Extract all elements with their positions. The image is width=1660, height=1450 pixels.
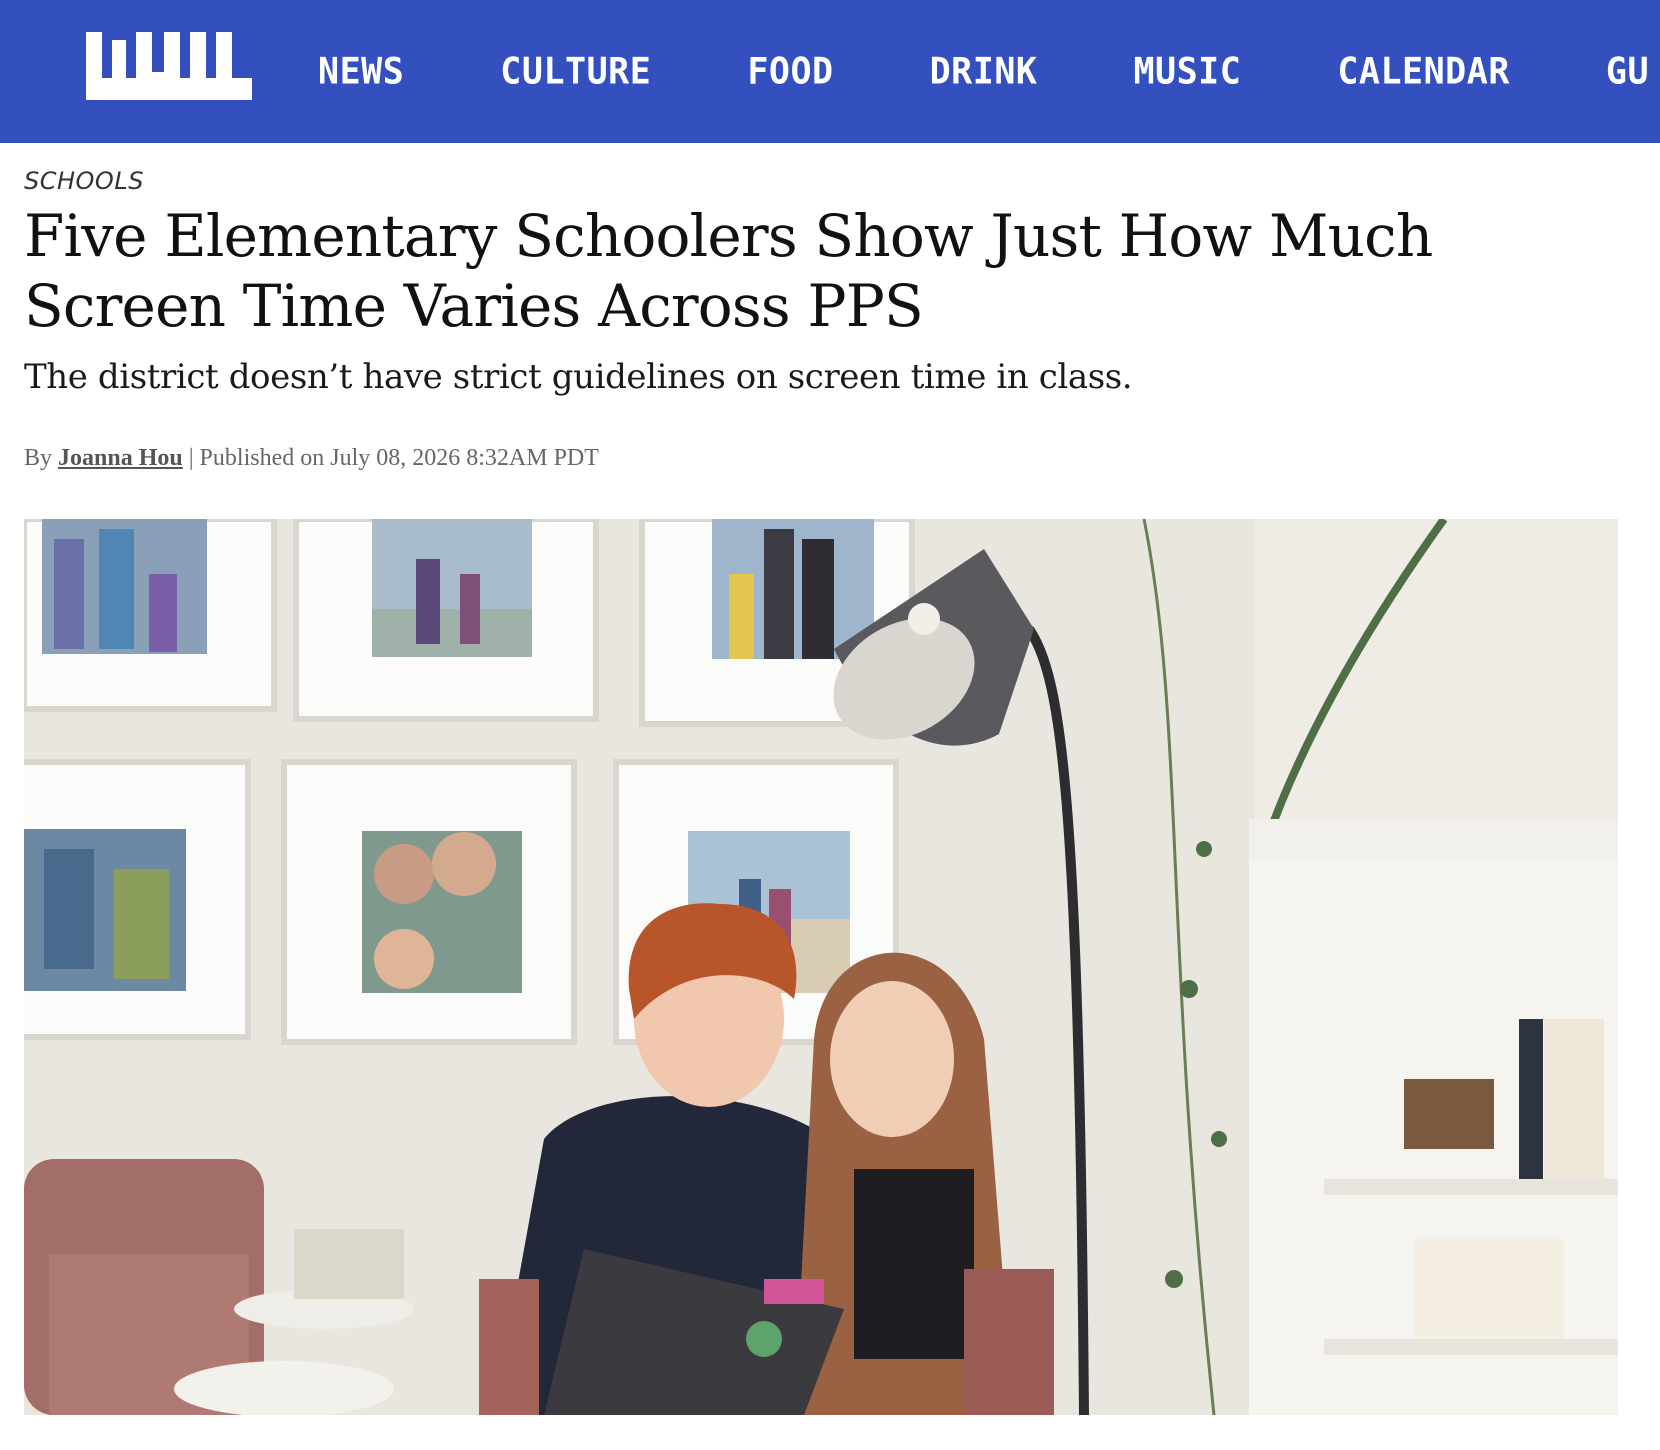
byline-prefix: By	[24, 445, 53, 471]
chair-arm	[964, 1269, 1054, 1415]
byline-separator: |	[188, 445, 194, 471]
nav-guides[interactable]: GU	[1606, 51, 1649, 93]
byline: By Joanna Hou | Published on July 08, 20…	[24, 445, 599, 472]
photo-icon	[24, 519, 1618, 1415]
headline: Five Elementary Schoolers Show Just How …	[24, 202, 1433, 340]
hero-photo	[24, 519, 1618, 1415]
picture-frame	[24, 519, 277, 712]
main-nav: NEWS CULTURE FOOD DRINK MUSIC CALENDAR G…	[318, 0, 1660, 143]
dek: The district doesn’t have strict guideli…	[24, 357, 1133, 397]
author-link[interactable]: Joanna Hou	[58, 445, 183, 471]
nav-drink[interactable]: DRINK	[930, 51, 1038, 93]
logo-icon	[86, 32, 252, 100]
nav-news[interactable]: NEWS	[318, 51, 404, 93]
nav-calendar[interactable]: CALENDAR	[1337, 51, 1510, 93]
nav-food[interactable]: FOOD	[747, 51, 833, 93]
section-kicker[interactable]: SCHOOLS	[24, 167, 144, 195]
nav-music[interactable]: MUSIC	[1133, 51, 1241, 93]
bookshelf	[1249, 819, 1618, 1415]
site-header: NEWS CULTURE FOOD DRINK MUSIC CALENDAR G…	[0, 0, 1660, 143]
chair-arm	[479, 1279, 539, 1415]
picture-frame	[281, 759, 577, 1045]
nav-culture[interactable]: CULTURE	[500, 51, 651, 93]
publish-date: Published on July 08, 2026 8:32AM PDT	[199, 445, 599, 471]
picture-frame	[24, 759, 251, 1040]
picture-frame	[293, 519, 599, 722]
